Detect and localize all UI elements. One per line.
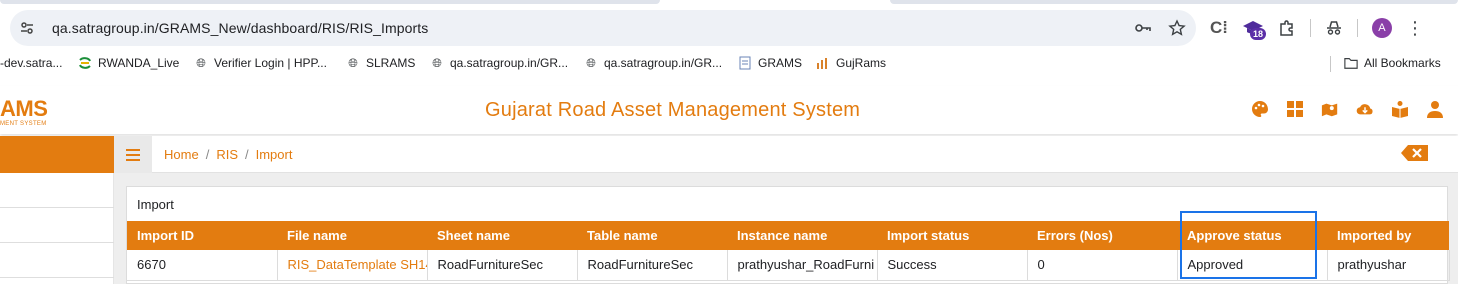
app-logo[interactable]: AMS bbox=[0, 96, 48, 122]
user-icon[interactable] bbox=[1426, 100, 1444, 118]
column-header[interactable]: Import status bbox=[877, 221, 1027, 250]
address-bar[interactable]: qa.satragroup.in/GRAMS_New/dashboard/RIS… bbox=[10, 10, 1196, 46]
app-title: Gujarat Road Asset Management System bbox=[485, 99, 861, 121]
imports-table: Import ID File name Sheet name Table nam… bbox=[127, 221, 1450, 281]
globe-icon: 🌐︎ bbox=[196, 55, 206, 70]
bookmark-label: RWANDA_Live bbox=[98, 56, 180, 70]
header-icons bbox=[1251, 100, 1444, 118]
bookmark-item[interactable]: -dev.satra... bbox=[0, 56, 62, 70]
all-bookmarks-label: All Bookmarks bbox=[1364, 56, 1441, 70]
star-icon[interactable] bbox=[1168, 19, 1186, 37]
all-bookmarks-button[interactable]: All Bookmarks bbox=[1344, 56, 1441, 70]
cloud-download-icon[interactable] bbox=[1356, 100, 1374, 118]
sidebar-item-active[interactable] bbox=[0, 136, 114, 173]
breadcrumb-home[interactable]: Home bbox=[164, 147, 199, 162]
site-info-icon[interactable] bbox=[10, 10, 44, 46]
extension-grad-cap-icon[interactable]: 18 bbox=[1242, 18, 1266, 40]
cell-errors: 0 bbox=[1027, 250, 1178, 281]
table-row: 6670 RIS_DataTemplate SH14 RoadFurniture… bbox=[127, 250, 1450, 281]
column-header[interactable]: Table name bbox=[577, 221, 727, 250]
bookmark-item[interactable]: 🌐︎ qa.satragroup.in/GR... bbox=[584, 55, 723, 71]
swirl-icon bbox=[78, 56, 92, 70]
menu-toggle-button[interactable] bbox=[114, 136, 152, 173]
kebab-menu-icon[interactable]: ⋮ bbox=[1406, 18, 1424, 39]
tab-edge[interactable] bbox=[0, 0, 660, 4]
bookmark-label: qa.satragroup.in/GR... bbox=[450, 56, 569, 70]
tab-strip bbox=[0, 0, 1458, 4]
cell-file-name-link[interactable]: RIS_DataTemplate SH14 bbox=[277, 250, 428, 281]
backspace-close-icon[interactable] bbox=[1400, 144, 1430, 167]
bookmark-item[interactable]: GujRams bbox=[816, 56, 886, 70]
folder-icon bbox=[1344, 56, 1358, 70]
bookmark-item[interactable]: RWANDA_Live bbox=[78, 56, 179, 70]
open-book-icon[interactable] bbox=[1391, 100, 1409, 118]
toolbar-divider bbox=[1356, 19, 1358, 37]
cell-sheet-name: RoadFurnitureSec bbox=[427, 250, 578, 281]
url-text[interactable]: qa.satragroup.in/GRAMS_New/dashboard/RIS… bbox=[52, 20, 428, 36]
extension-badge: 18 bbox=[1249, 28, 1266, 40]
cell-import-status: Success bbox=[877, 250, 1028, 281]
extension-c-icon[interactable]: C⁞ bbox=[1210, 18, 1228, 38]
bookmark-label: SLRAMS bbox=[366, 56, 416, 70]
incognito-icon[interactable] bbox=[1325, 19, 1343, 37]
sidebar-item[interactable] bbox=[0, 173, 114, 208]
tab-edge[interactable] bbox=[890, 0, 1458, 4]
breadcrumb-separator: / bbox=[205, 147, 210, 162]
bookmark-item[interactable]: 🌐︎ Verifier Login | HPP... bbox=[194, 55, 327, 71]
globe-icon: 🌐︎ bbox=[586, 55, 596, 70]
import-panel: Import Import ID File name Sheet name Ta… bbox=[126, 186, 1450, 284]
dashboard-grid-icon[interactable] bbox=[1286, 100, 1304, 118]
browser-toolbar: qa.satragroup.in/GRAMS_New/dashboard/RIS… bbox=[0, 6, 1458, 48]
toolbar-icons: C⁞ 18 A ⋮ bbox=[1210, 10, 1424, 46]
browser-chrome: qa.satragroup.in/GRAMS_New/dashboard/RIS… bbox=[0, 0, 1458, 84]
column-header[interactable]: Errors (Nos) bbox=[1027, 221, 1177, 250]
breadcrumb-import[interactable]: Import bbox=[256, 147, 293, 162]
bookmark-label: GRAMS bbox=[758, 56, 803, 70]
palette-icon[interactable] bbox=[1251, 100, 1269, 118]
sidebar-item[interactable] bbox=[0, 243, 114, 278]
globe-icon: 🌐︎ bbox=[432, 55, 442, 70]
table-header-row: Import ID File name Sheet name Table nam… bbox=[127, 221, 1449, 250]
sidebar bbox=[0, 136, 114, 284]
app-header: AMS MENT SYSTEM Gujarat Road Asset Manag… bbox=[0, 86, 1458, 134]
bookmark-label: qa.satragroup.in/GR... bbox=[604, 56, 723, 70]
doc-icon bbox=[738, 56, 752, 70]
key-icon[interactable] bbox=[1134, 19, 1152, 37]
panel-title: Import bbox=[137, 197, 174, 212]
breadcrumb: Home / RIS / Import bbox=[164, 147, 292, 162]
column-header[interactable]: Approve status bbox=[1177, 221, 1327, 250]
globe-icon: 🌐︎ bbox=[348, 55, 358, 70]
column-header[interactable]: Sheet name bbox=[427, 221, 577, 250]
app-logo-subtitle: MENT SYSTEM bbox=[0, 121, 47, 127]
column-header[interactable]: Instance name bbox=[727, 221, 877, 250]
column-header[interactable]: Imported by bbox=[1327, 221, 1449, 250]
chart-icon bbox=[816, 56, 830, 70]
bookmarks-bar: -dev.satra... RWANDA_Live 🌐︎ Verifier Lo… bbox=[0, 50, 1458, 78]
map-marker-icon[interactable] bbox=[1321, 100, 1339, 118]
cell-imported-by: prathyushar bbox=[1327, 250, 1450, 281]
column-header[interactable]: File name bbox=[277, 221, 427, 250]
column-header[interactable]: Import ID bbox=[127, 221, 277, 250]
breadcrumb-ris[interactable]: RIS bbox=[216, 147, 238, 162]
bookmark-label: -dev.satra... bbox=[0, 56, 63, 70]
extensions-puzzle-icon[interactable] bbox=[1278, 19, 1296, 37]
profile-avatar[interactable]: A bbox=[1371, 18, 1392, 38]
toolbar-divider bbox=[1309, 19, 1311, 37]
bookmarks-divider bbox=[1330, 56, 1331, 72]
hamburger-icon bbox=[126, 148, 140, 161]
bookmark-item[interactable]: 🌐︎ qa.satragroup.in/GR... bbox=[430, 55, 569, 71]
cell-instance-name: prathyushar_RoadFurni bbox=[727, 250, 878, 281]
breadcrumb-separator: / bbox=[244, 147, 249, 162]
main-content: Home / RIS / Import Import Import ID Fil… bbox=[114, 136, 1458, 284]
cell-table-name: RoadFurnitureSec bbox=[577, 250, 728, 281]
bookmark-label: Verifier Login | HPP... bbox=[214, 56, 327, 70]
bookmark-item[interactable]: 🌐︎ SLRAMS bbox=[346, 55, 416, 71]
cell-import-id: 6670 bbox=[127, 250, 278, 281]
breadcrumb-bar: Home / RIS / Import bbox=[114, 136, 1458, 173]
bookmark-item[interactable]: GRAMS bbox=[738, 56, 802, 70]
sidebar-item[interactable] bbox=[0, 208, 114, 243]
cell-approve-status: Approved bbox=[1177, 250, 1328, 281]
bookmark-label: GujRams bbox=[836, 56, 887, 70]
